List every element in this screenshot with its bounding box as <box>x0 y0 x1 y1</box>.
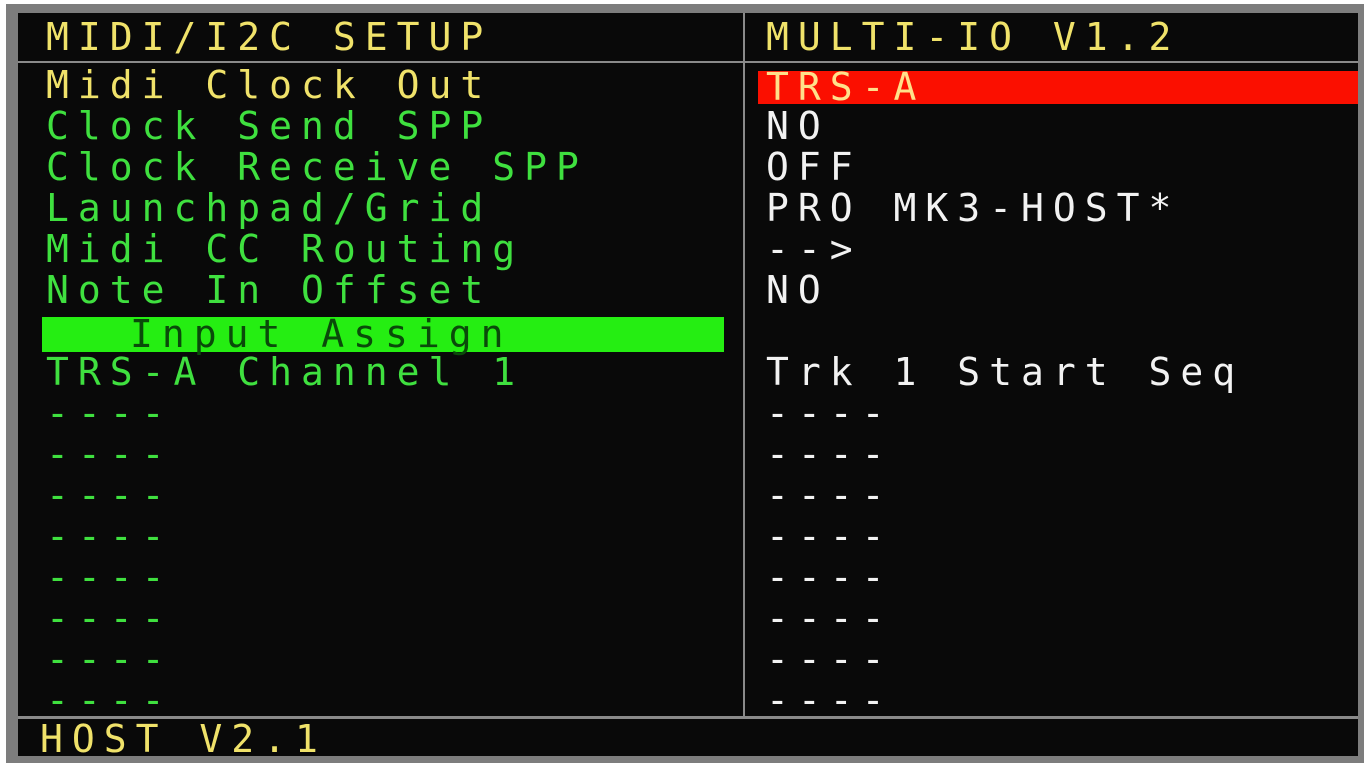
empty-slot-value: ---- <box>766 637 894 681</box>
value-column: NO OFF PRO MK3-HOST* --> NO Trk 1 Start … <box>766 65 1244 721</box>
menu-item-value: PRO MK3-HOST* <box>766 186 1181 230</box>
menu-item-empty[interactable]: ---- <box>46 393 588 434</box>
value-midi-cc-routing[interactable]: --> <box>766 229 1244 270</box>
empty-slot-label: ---- <box>46 432 174 476</box>
value-launchpad-grid[interactable]: PRO MK3-HOST* <box>766 188 1244 229</box>
menu-item-label: Clock Receive SPP <box>46 145 588 189</box>
menu-item-launchpad-grid[interactable]: Launchpad/Grid <box>46 188 588 229</box>
module-version: MULTI-IO V1.2 <box>766 15 1181 59</box>
menu-item-empty[interactable]: ---- <box>46 557 588 598</box>
value-trs-a-channel[interactable]: Trk 1 Start Seq <box>766 352 1244 393</box>
menu-item-value: --> <box>766 227 862 271</box>
menu-item-label: Launchpad/Grid <box>46 186 493 230</box>
value-note-in-offset[interactable]: NO <box>766 270 1244 311</box>
empty-slot-label: ---- <box>46 678 174 722</box>
menu-item-empty[interactable]: ---- <box>46 598 588 639</box>
value-empty[interactable]: ---- <box>766 598 1244 639</box>
menu-item-value: Trk 1 Start Seq <box>766 350 1245 394</box>
menu-item-trs-a-channel[interactable]: TRS-A Channel 1 <box>46 352 588 393</box>
selected-menu-item-label[interactable]: Input Assign <box>130 314 513 354</box>
menu-item-clock-send-spp[interactable]: Clock Send SPP <box>46 106 588 147</box>
empty-slot-value: ---- <box>766 473 894 517</box>
value-empty[interactable]: ---- <box>766 557 1244 598</box>
empty-slot-label: ---- <box>46 637 174 681</box>
empty-slot-label: ---- <box>46 555 174 599</box>
menu-item-label: Midi Clock Out <box>46 63 493 107</box>
menu-item-label: Clock Send SPP <box>46 104 493 148</box>
menu-item-midi-clock-out[interactable]: Midi Clock Out <box>46 65 588 106</box>
menu-item-value: NO <box>766 268 830 312</box>
menu-item-empty[interactable]: ---- <box>46 680 588 721</box>
menu-item-label: Midi CC Routing <box>46 227 525 271</box>
value-empty[interactable]: ---- <box>766 680 1244 721</box>
menu-item-empty[interactable]: ---- <box>46 475 588 516</box>
menu-item-midi-cc-routing[interactable]: Midi CC Routing <box>46 229 588 270</box>
empty-slot-value: ---- <box>766 432 894 476</box>
empty-slot-value: ---- <box>766 391 894 435</box>
menu-item-empty[interactable]: ---- <box>46 434 588 475</box>
value-empty[interactable]: ---- <box>766 516 1244 557</box>
value-clock-send-spp[interactable]: NO <box>766 106 1244 147</box>
value-empty[interactable]: ---- <box>766 475 1244 516</box>
empty-slot-label: ---- <box>46 391 174 435</box>
menu-item-label: Note In Offset <box>46 268 493 312</box>
value-clock-receive-spp[interactable]: OFF <box>766 147 1244 188</box>
empty-slot-label: ---- <box>46 596 174 640</box>
empty-slot-value: ---- <box>766 678 894 722</box>
menu-item-empty[interactable]: ---- <box>46 516 588 557</box>
host-version-status: HOST V2.1 <box>40 717 327 756</box>
menu-item-label: TRS-A Channel 1 <box>46 350 525 394</box>
menu-screen: MIDI/I2C SETUP MULTI-IO V1.2 Midi Clock … <box>18 13 1358 756</box>
empty-slot-label: ---- <box>46 473 174 517</box>
column-divider <box>743 13 745 716</box>
value-input-assign[interactable] <box>766 311 1244 352</box>
menu-item-clock-receive-spp[interactable]: Clock Receive SPP <box>46 147 588 188</box>
value-empty[interactable]: ---- <box>766 639 1244 680</box>
selected-menu-item-value[interactable]: TRS-A <box>766 67 925 107</box>
empty-slot-value: ---- <box>766 514 894 558</box>
empty-slot-label: ---- <box>46 514 174 558</box>
display-bezel: MIDI/I2C SETUP MULTI-IO V1.2 Midi Clock … <box>6 4 1364 763</box>
menu-item-value: NO <box>766 104 830 148</box>
menu-item-note-in-offset[interactable]: Note In Offset <box>46 270 588 311</box>
page-title: MIDI/I2C SETUP <box>46 15 493 59</box>
value-empty[interactable]: ---- <box>766 393 1244 434</box>
menu-item-empty[interactable]: ---- <box>46 639 588 680</box>
label-column: Midi Clock Out Clock Send SPP Clock Rece… <box>46 65 588 721</box>
empty-slot-value: ---- <box>766 555 894 599</box>
menu-item-value: OFF <box>766 145 862 189</box>
empty-slot-value: ---- <box>766 596 894 640</box>
value-empty[interactable]: ---- <box>766 434 1244 475</box>
